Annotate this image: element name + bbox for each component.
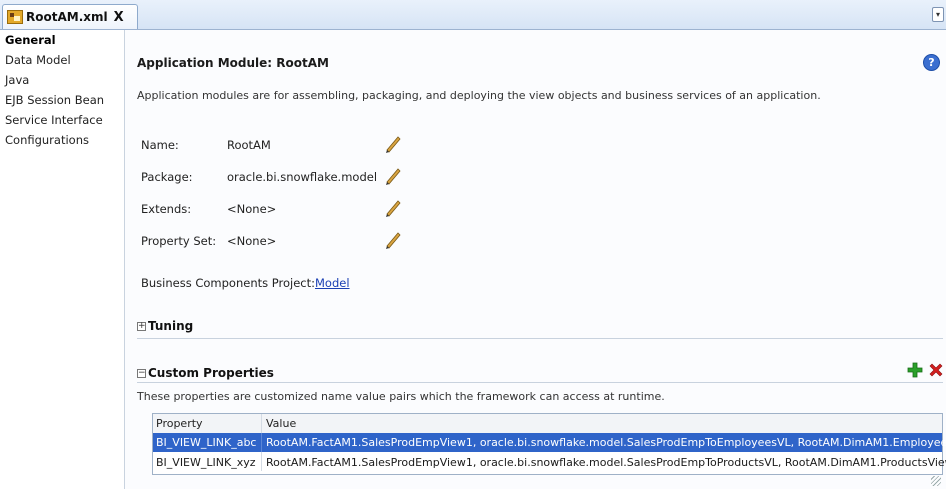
value-cell[interactable]: RootAM.FactAM1.SalesProdEmpView1, oracle… (266, 453, 946, 472)
editor-tab-bar: RootAM.xml X ▾ (0, 0, 946, 30)
edit-package-pencil-icon[interactable] (383, 165, 403, 185)
name-value: RootAM (227, 138, 271, 152)
property-set-value: <None> (227, 234, 277, 248)
custom-properties-table: Property Value BI_VIEW_LINK_abc RootAM.F… (152, 413, 946, 475)
close-tab-button[interactable]: X (114, 10, 124, 25)
tuning-divider (137, 338, 943, 339)
edit-property-set-pencil-icon[interactable] (383, 229, 403, 249)
add-property-plus-icon[interactable] (907, 362, 923, 378)
page-title: Application Module: RootAM (137, 56, 329, 70)
property-set-label: Property Set: (141, 234, 217, 248)
column-header-value[interactable]: Value (266, 414, 296, 433)
editor-tab-rootam[interactable]: RootAM.xml X (2, 4, 138, 29)
value-cell[interactable]: RootAM.FactAM1.SalesProdEmpView1, oracle… (266, 433, 946, 452)
sidebar-item-data-model[interactable]: Data Model (0, 50, 124, 70)
sidebar-item-configurations[interactable]: Configurations (0, 130, 124, 150)
property-cell[interactable]: BI_VIEW_LINK_xyz (156, 453, 256, 472)
application-module-icon (7, 10, 23, 24)
custom-properties-description: These properties are customized name val… (137, 390, 665, 403)
delete-property-x-icon[interactable] (928, 362, 944, 378)
edit-name-pencil-icon[interactable] (383, 133, 403, 153)
custom-properties-section-title[interactable]: Custom Properties (148, 366, 274, 380)
name-label: Name: (141, 138, 179, 152)
property-cell[interactable]: BI_VIEW_LINK_abc (156, 433, 256, 452)
tuning-expand-toggle[interactable]: + (137, 322, 146, 331)
column-header-property[interactable]: Property (156, 414, 203, 433)
tuning-section-title[interactable]: Tuning (148, 319, 193, 333)
sidebar-item-general[interactable]: General (0, 30, 124, 50)
table-resize-grip[interactable] (931, 476, 941, 486)
package-value: oracle.bi.snowflake.model (227, 170, 378, 184)
table-header-row: Property Value (153, 414, 942, 434)
editor-navigation-sidebar: General Data Model Java EJB Session Bean… (0, 30, 125, 489)
general-panel: Application Module: RootAM ? Application… (125, 30, 946, 489)
tab-list-dropdown-icon[interactable]: ▾ (932, 7, 944, 22)
editor-tab-title: RootAM.xml (26, 10, 108, 24)
extends-label: Extends: (141, 202, 192, 216)
help-icon[interactable]: ? (923, 54, 940, 71)
sidebar-item-ejb-session-bean[interactable]: EJB Session Bean (0, 90, 124, 110)
edit-extends-pencil-icon[interactable] (383, 197, 403, 217)
sidebar-item-service-interface[interactable]: Service Interface (0, 110, 124, 130)
table-row[interactable]: BI_VIEW_LINK_abc RootAM.FactAM1.SalesPro… (153, 433, 946, 452)
business-components-project-label: Business Components Project: (141, 276, 315, 290)
sidebar-item-java[interactable]: Java (0, 70, 124, 90)
page-description: Application modules are for assembling, … (137, 89, 821, 102)
extends-value: <None> (227, 202, 277, 216)
package-label: Package: (141, 170, 193, 184)
custom-properties-collapse-toggle[interactable]: − (137, 369, 146, 378)
custom-properties-divider (137, 382, 943, 383)
business-components-project-link[interactable]: Model (315, 276, 350, 290)
table-row[interactable]: BI_VIEW_LINK_xyz RootAM.FactAM1.SalesPro… (153, 452, 946, 471)
